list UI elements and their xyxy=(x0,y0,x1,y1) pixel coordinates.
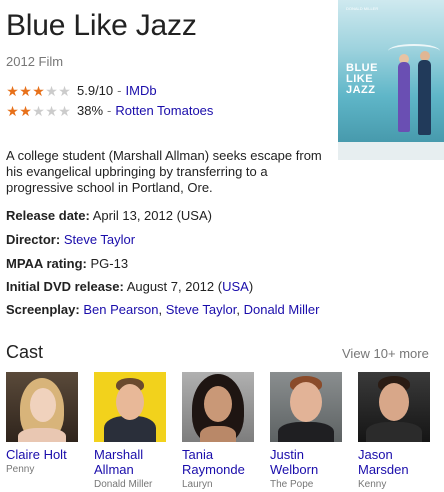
cast-name-line: Allman xyxy=(94,462,134,477)
fact-country: (USA) xyxy=(176,208,212,223)
photo-face xyxy=(290,382,322,422)
star-icon: ★ xyxy=(45,83,58,99)
star-icon: ★ xyxy=(6,103,19,119)
fact-screenplay: Screenplay: Ben Pearson, Steve Taylor, D… xyxy=(6,301,319,319)
star-icon: ★ xyxy=(58,103,71,119)
rating-score: 38% xyxy=(77,103,104,118)
star-icon: ★ xyxy=(58,83,71,99)
cast-role: Lauryn xyxy=(182,479,213,490)
director-link[interactable]: Steve Taylor xyxy=(64,232,135,247)
screenplay-link[interactable]: Steve Taylor xyxy=(166,302,237,317)
fact-mpaa-rating: MPAA rating: PG-13 xyxy=(6,255,128,273)
cast-name-line: Raymonde xyxy=(182,462,245,477)
photo-face xyxy=(379,383,409,421)
cast-name-line: Claire Holt xyxy=(6,447,67,462)
photo-face xyxy=(116,384,144,420)
cast-name-line: Tania xyxy=(182,447,214,462)
photo-body xyxy=(200,426,236,442)
poster-umbrella xyxy=(388,44,440,58)
cast-photo[interactable] xyxy=(182,372,254,442)
page-title: Blue Like Jazz xyxy=(6,9,197,42)
star-icon: ★ xyxy=(32,103,45,119)
cast-member[interactable]: Jason Marsden Kenny xyxy=(358,372,430,491)
fact-director: Director: Steve Taylor xyxy=(6,231,135,249)
fact-label: Screenplay: xyxy=(6,302,80,317)
separator: , xyxy=(236,302,240,317)
cast-photo[interactable] xyxy=(94,372,166,442)
star-rating-imdb: ★ ★ ★ ★ ★ xyxy=(6,84,73,98)
photo-face xyxy=(30,388,56,422)
cast-name-line: Marshall xyxy=(94,447,144,462)
rating-imdb: ★ ★ ★ ★ ★ 5.9/10 - IMDb xyxy=(6,82,157,100)
poster-title: BLUE LIKE JAZZ xyxy=(346,63,378,96)
cast-name-line: Marsden xyxy=(358,462,409,477)
star-rating-rotten-tomatoes: ★ ★ ★ ★ ★ xyxy=(6,104,73,118)
cast-member[interactable]: Justin Welborn The Pope xyxy=(270,372,342,491)
poster-credits: DONALD MILLER xyxy=(346,6,379,11)
photo-body xyxy=(18,428,66,442)
cast-role: The Pope xyxy=(270,479,314,490)
cast-photo[interactable] xyxy=(270,372,342,442)
fact-value: April 13, 2012 xyxy=(92,208,173,223)
photo-body xyxy=(366,422,422,442)
view-more-cast-link[interactable]: View 10+ more xyxy=(342,346,429,361)
movie-poster[interactable]: DONALD MILLER BLUE LIKE JAZZ xyxy=(338,0,444,160)
fact-release-date: Release date: April 13, 2012 (USA) xyxy=(6,207,212,225)
cast-role: Penny xyxy=(6,464,35,475)
fact-label: Director: xyxy=(6,232,61,247)
movie-description: A college student (Marshall Allman) seek… xyxy=(6,148,322,195)
screenplay-link[interactable]: Ben Pearson xyxy=(83,302,158,317)
cast-name-link[interactable]: Marshall Allman xyxy=(94,447,166,477)
star-icon: ★ xyxy=(45,103,58,119)
photo-body xyxy=(278,422,334,442)
cast-name-link[interactable]: Claire Holt xyxy=(6,447,78,462)
cast-role: Kenny xyxy=(358,479,387,490)
star-icon: ★ xyxy=(6,83,19,99)
cast-name-line: Jason xyxy=(358,447,393,462)
screenplay-link[interactable]: Donald Miller xyxy=(244,302,320,317)
poster-bottom-band xyxy=(338,142,444,160)
rating-source-link[interactable]: IMDb xyxy=(126,82,157,100)
fact-value: PG-13 xyxy=(90,256,129,271)
poster-figure xyxy=(418,60,431,135)
fact-value: August 7, 2012 xyxy=(126,279,215,294)
rating-source-link[interactable]: Rotten Tomatoes xyxy=(115,102,213,120)
cast-name-link[interactable]: Tania Raymonde xyxy=(182,447,254,477)
cast-photo[interactable] xyxy=(6,372,78,442)
cast-role: Donald Miller xyxy=(94,479,153,490)
fact-label: Initial DVD release: xyxy=(6,279,124,294)
cast-member[interactable]: Claire Holt Penny xyxy=(6,372,78,476)
cast-photo[interactable] xyxy=(358,372,430,442)
cast-heading: Cast xyxy=(6,342,44,362)
cast-member[interactable]: Marshall Allman Donald Miller xyxy=(94,372,166,491)
rating-separator: - xyxy=(107,103,112,118)
photo-face xyxy=(204,386,232,422)
rating-score: 5.9/10 xyxy=(77,83,114,98)
poster-title-line: JAZZ xyxy=(346,84,376,96)
cast-member[interactable]: Tania Raymonde Lauryn xyxy=(182,372,254,491)
poster-figure xyxy=(398,62,410,132)
rating-separator: - xyxy=(117,83,122,98)
cast-name-link[interactable]: Justin Welborn xyxy=(270,447,342,477)
dvd-country-link[interactable]: USA xyxy=(222,279,249,294)
cast-name-line: Justin xyxy=(270,447,304,462)
cast-name-line: Welborn xyxy=(270,462,319,477)
star-icon: ★ xyxy=(19,103,32,119)
star-icon: ★ xyxy=(19,83,32,99)
fact-label: Release date: xyxy=(6,208,90,223)
fact-dvd-release: Initial DVD release: August 7, 2012 (USA… xyxy=(6,278,253,296)
star-icon: ★ xyxy=(32,83,45,99)
separator: , xyxy=(158,302,163,317)
page-subtitle: 2012 Film xyxy=(6,54,64,69)
fact-label: MPAA rating: xyxy=(6,256,87,271)
paren-close: ) xyxy=(248,279,254,294)
rating-rotten-tomatoes: ★ ★ ★ ★ ★ 38% - Rotten Tomatoes xyxy=(6,102,213,120)
cast-name-link[interactable]: Jason Marsden xyxy=(358,447,430,477)
